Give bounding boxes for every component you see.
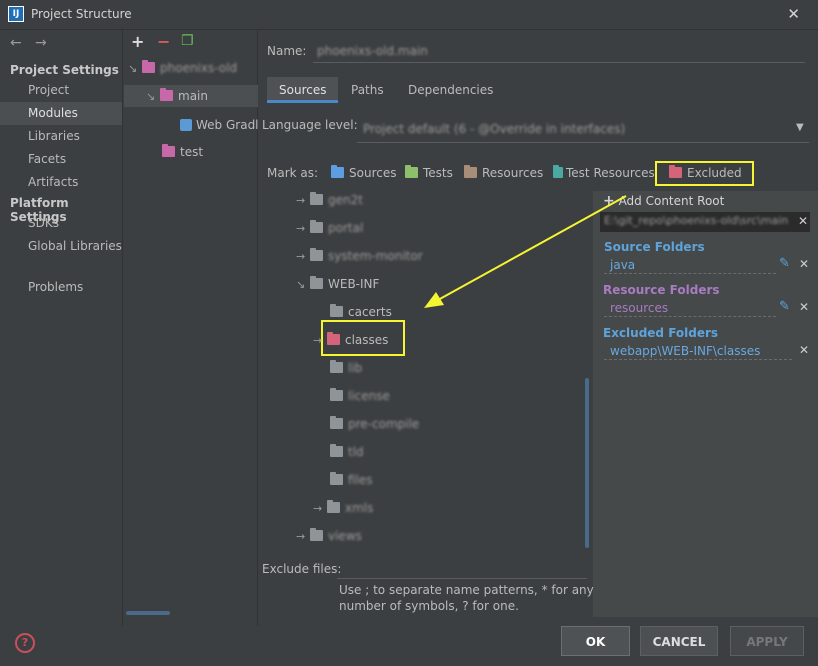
ok-button[interactable]: OK [561,626,630,656]
help-icon[interactable]: ? [15,633,35,653]
apply-button[interactable]: APPLY [730,626,804,656]
annotation-arrow [424,195,627,308]
cancel-button[interactable]: CANCEL [640,626,718,656]
dialog-footer: ? OK CANCEL APPLY [0,626,818,666]
